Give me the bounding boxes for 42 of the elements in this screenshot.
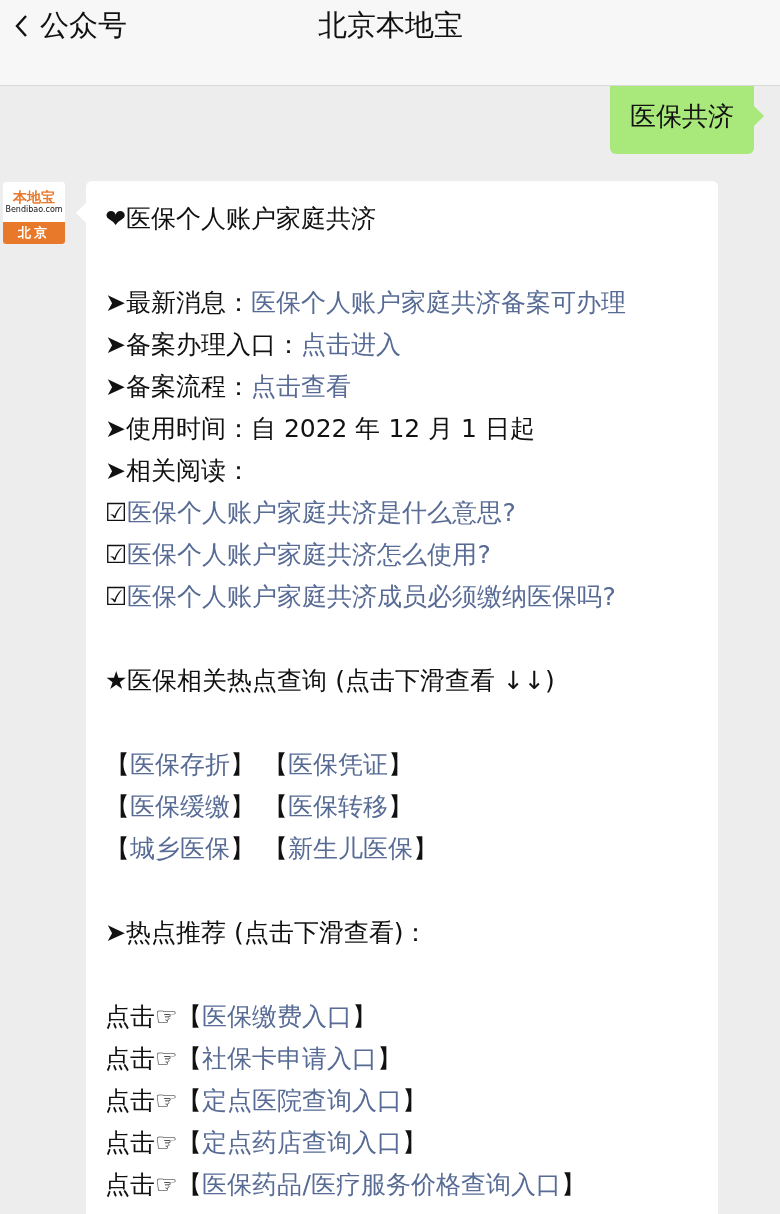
message-line: ➤备案办理入口：点击进入 bbox=[105, 329, 402, 361]
link[interactable]: 社保卡申请入口 bbox=[202, 1044, 378, 1073]
chat-title: 北京本地宝 bbox=[317, 7, 463, 44]
message-line: 点击☞【医保缴费入口】 bbox=[105, 1001, 379, 1033]
message-line: ➤最新消息：医保个人账户家庭共济备案可办理 bbox=[105, 287, 627, 319]
link[interactable]: 医保凭证 bbox=[287, 750, 388, 779]
message-line: 【城乡医保】 【新生儿医保】 bbox=[105, 833, 439, 865]
link[interactable]: 医保缴费入口 bbox=[202, 1002, 353, 1031]
link[interactable]: 医保药品/医疗服务价格查询入口 bbox=[202, 1170, 561, 1199]
link[interactable]: 医保个人账户家庭共济备案可办理 bbox=[250, 288, 626, 317]
link[interactable]: 医保存折 bbox=[130, 750, 230, 779]
back-chevron-icon[interactable] bbox=[14, 14, 28, 38]
message-line: ☑医保个人账户家庭共济成员必须缴纳医保吗? bbox=[105, 581, 617, 613]
link[interactable]: 医保个人账户家庭共济成员必须缴纳医保吗? bbox=[127, 582, 616, 611]
message-line: 【医保存折】 【医保凭证】 bbox=[105, 749, 414, 781]
message-line: 点击☞【社保卡申请入口】 bbox=[105, 1043, 404, 1075]
link[interactable]: 定点医院查询入口 bbox=[202, 1086, 403, 1115]
message-line: 点击☞【医保药品/医疗服务价格查询入口】 bbox=[105, 1169, 587, 1201]
bubble-tail bbox=[754, 106, 764, 126]
message-line: ❤医保个人账户家庭共济 bbox=[105, 203, 377, 235]
message-line: ➤使用时间：自 2022 年 12 月 1 日起 bbox=[105, 413, 536, 445]
message-line: 点击☞【定点药店查询入口】 bbox=[105, 1127, 429, 1159]
message-line: ★医保相关热点查询 (点击下滑查看 ↓↓) bbox=[105, 665, 556, 697]
sent-message-bubble: 医保共济 bbox=[610, 86, 754, 154]
message-line: ➤热点推荐 (点击下滑查看)： bbox=[105, 917, 430, 949]
link[interactable]: 定点药店查询入口 bbox=[202, 1128, 403, 1157]
link[interactable]: 城乡医保 bbox=[130, 834, 230, 863]
link[interactable]: 点击查看 bbox=[250, 372, 351, 401]
avatar-logo[interactable]: 本地宝 Bendibao.com 北京 bbox=[2, 181, 66, 245]
link[interactable]: 新生儿医保 bbox=[287, 834, 413, 863]
link[interactable]: 医保个人账户家庭共济是什么意思? bbox=[127, 498, 516, 527]
link[interactable]: 点击进入 bbox=[300, 330, 401, 359]
back-button[interactable]: 公众号 bbox=[14, 6, 127, 46]
message-line: 【医保缓缴】 【医保转移】 bbox=[105, 791, 414, 823]
link[interactable]: 医保缓缴 bbox=[130, 792, 230, 821]
message-line: ☑医保个人账户家庭共济是什么意思? bbox=[105, 497, 517, 529]
message-line: ☑医保个人账户家庭共济怎么使用? bbox=[105, 539, 492, 571]
message-line: ➤相关阅读： bbox=[105, 455, 252, 487]
message-line: ➤备案流程：点击查看 bbox=[105, 371, 352, 403]
link[interactable]: 医保个人账户家庭共济怎么使用? bbox=[127, 540, 491, 569]
message-line: 点击☞【定点医院查询入口】 bbox=[105, 1085, 429, 1117]
link[interactable]: 医保转移 bbox=[287, 792, 388, 821]
